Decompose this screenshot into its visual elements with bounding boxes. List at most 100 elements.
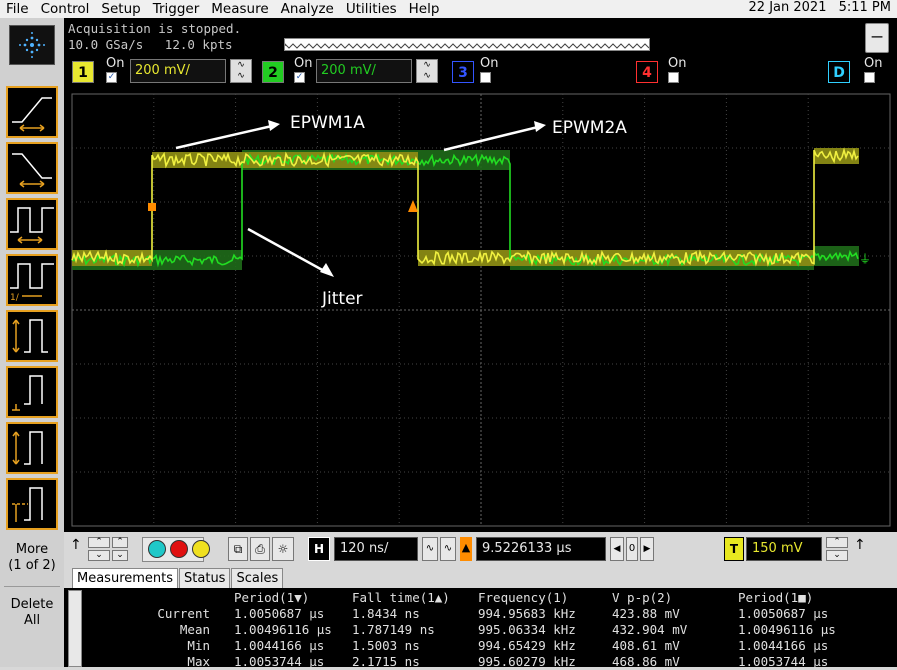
base-measure-icon[interactable]: [6, 366, 58, 418]
channel-3-checkbox[interactable]: [480, 72, 491, 83]
menu-analyze[interactable]: Analyze: [275, 1, 340, 17]
waveform-overview[interactable]: [284, 38, 650, 51]
up-arrow-button[interactable]: ⌃: [88, 537, 110, 548]
menu-measure[interactable]: Measure: [205, 1, 274, 17]
menu-setup[interactable]: Setup: [95, 1, 146, 17]
tab-scales[interactable]: Scales: [231, 568, 284, 588]
trigger-down-button[interactable]: ⌄: [826, 550, 848, 561]
sample-rate: 10.0 GSa/s: [68, 37, 144, 52]
cyan-dot-button[interactable]: [148, 540, 166, 558]
keysight-logo-icon[interactable]: [9, 25, 55, 65]
delay-center-button[interactable]: 0: [626, 537, 638, 561]
peak-to-peak-measure-icon[interactable]: [6, 310, 58, 362]
row-label-max: Max: [187, 654, 210, 669]
channel-4-on-label: On: [668, 56, 687, 71]
digital-checkbox[interactable]: [864, 72, 875, 83]
print-icon[interactable]: ⎙: [250, 537, 270, 561]
more-button[interactable]: More (1 of 2): [0, 542, 64, 574]
overshoot-measure-icon[interactable]: [6, 478, 58, 530]
delete-all-button[interactable]: Delete All: [0, 597, 64, 629]
row-label-min: Min: [187, 638, 210, 653]
down-arrow-button[interactable]: ⌄: [88, 550, 110, 561]
cell-value: 468.86 mV: [612, 654, 680, 669]
red-dot-button[interactable]: [170, 540, 188, 558]
channel-1-ground-marker[interactable]: [148, 203, 156, 211]
traces: [71, 147, 859, 270]
channel-2-on-label: On: [294, 56, 313, 71]
cell-value: 1.0050687 µs: [234, 606, 325, 621]
tab-measurements[interactable]: Measurements: [72, 568, 179, 588]
delete-all-label: All: [23, 613, 41, 628]
digital-channel-button[interactable]: D: [828, 61, 850, 83]
left-toolbar: 1/: [0, 74, 64, 534]
measurements-scrollbar[interactable]: [68, 590, 82, 667]
column-header: Period(1▼): [234, 590, 310, 605]
sample-rate-line: 10.0 GSa/s 12.0 kpts: [68, 37, 247, 52]
delete-label: Delete: [10, 597, 54, 612]
acquisition-status-bar: Acquisition is stopped. 10.0 GSa/s 12.0 …: [64, 18, 897, 56]
menu-control[interactable]: Control: [35, 1, 96, 17]
channel-2-button[interactable]: 2: [262, 61, 284, 83]
menu-help[interactable]: Help: [403, 1, 446, 17]
cell-value: 1.00496116 µs: [234, 622, 332, 637]
delay-marker-icon[interactable]: ▲: [460, 537, 472, 561]
channel-2-coupling-button[interactable]: ∿ ∿: [416, 59, 438, 83]
channel-4-checkbox[interactable]: [668, 72, 679, 83]
channel-1-coupling-button[interactable]: ∿ ∿: [230, 59, 252, 83]
scroll-up-icon[interactable]: ↑: [70, 537, 82, 553]
channel-1-on-label: On: [106, 56, 125, 71]
trigger-up-button[interactable]: ⌃: [826, 537, 848, 548]
measurement-column-fall-time: Fall time(1▲) 1.8434 ns 1.787149 ns 1.50…: [352, 590, 450, 670]
tab-status[interactable]: Status: [179, 568, 231, 588]
horizontal-delay[interactable]: 9.5226133 µs: [476, 537, 606, 561]
column-header: Frequency(1): [478, 590, 569, 605]
more-label: More: [15, 542, 49, 557]
horizontal-scale[interactable]: 120 ns/: [334, 537, 418, 561]
row-label-mean: Mean: [179, 622, 210, 637]
channel-2-scale[interactable]: 200 mV/: [316, 59, 412, 83]
minimize-button[interactable]: —: [865, 23, 889, 53]
cell-value: 1.0053744 µs: [738, 654, 829, 669]
chevron-up-icon[interactable]: ⌃: [112, 537, 128, 548]
more-page: (1 of 2): [8, 558, 56, 573]
channel-1-checkbox[interactable]: ✓: [106, 72, 117, 83]
rise-time-measure-icon[interactable]: [6, 86, 58, 138]
horizontal-label[interactable]: H: [308, 537, 330, 561]
frequency-measure-icon[interactable]: 1/: [6, 254, 58, 306]
channel-2-offset-marker[interactable]: ⏚: [859, 252, 871, 266]
delay-left-button[interactable]: ◀: [610, 537, 624, 561]
brightness-icon[interactable]: ☼: [272, 537, 294, 561]
fall-time-measure-icon[interactable]: [6, 142, 58, 194]
digital-on-label: On: [864, 56, 883, 71]
cell-value: 423.88 mV: [612, 606, 680, 621]
trigger-label[interactable]: T: [724, 537, 744, 561]
record-length: 12.0 kpts: [164, 37, 233, 52]
horizontal-coarse-button[interactable]: ∿: [440, 537, 456, 561]
cell-value: 995.06334 kHz: [478, 622, 576, 637]
period-measure-icon[interactable]: [6, 198, 58, 250]
trigger-level[interactable]: 150 mV: [746, 537, 822, 561]
channel-4-button[interactable]: 4: [636, 61, 658, 83]
svg-text:1/: 1/: [10, 293, 20, 303]
delay-right-button[interactable]: ▶: [640, 537, 654, 561]
row-label-current: Current: [157, 606, 210, 621]
screenshot-icon[interactable]: ⧉: [228, 537, 248, 561]
channel-3-button[interactable]: 3: [452, 61, 474, 83]
horizontal-fine-button[interactable]: ∿: [422, 537, 438, 561]
channel-2-checkbox[interactable]: ✓: [294, 72, 305, 83]
epwm2a-annotation: EPWM2A: [552, 118, 627, 138]
menu-trigger[interactable]: Trigger: [147, 1, 206, 17]
amplitude-measure-icon[interactable]: [6, 422, 58, 474]
yellow-dot-button[interactable]: [192, 540, 210, 558]
menu-file[interactable]: File: [0, 1, 35, 17]
divider: [4, 586, 60, 587]
channel-1-scale[interactable]: 200 mV/: [130, 59, 226, 83]
trigger-scroll-icon[interactable]: ↑: [854, 537, 866, 553]
chevron-down-icon[interactable]: ⌄: [112, 550, 128, 561]
cell-value: 1.787149 ns: [352, 622, 435, 637]
waveform-display[interactable]: ⏚ EPWM1A EPWM2A Jitter: [64, 88, 897, 532]
time-text: 5:11 PM: [838, 0, 891, 15]
menu-utilities[interactable]: Utilities: [340, 1, 403, 17]
cell-value: 994.65429 kHz: [478, 638, 576, 653]
channel-1-button[interactable]: 1: [72, 61, 94, 83]
